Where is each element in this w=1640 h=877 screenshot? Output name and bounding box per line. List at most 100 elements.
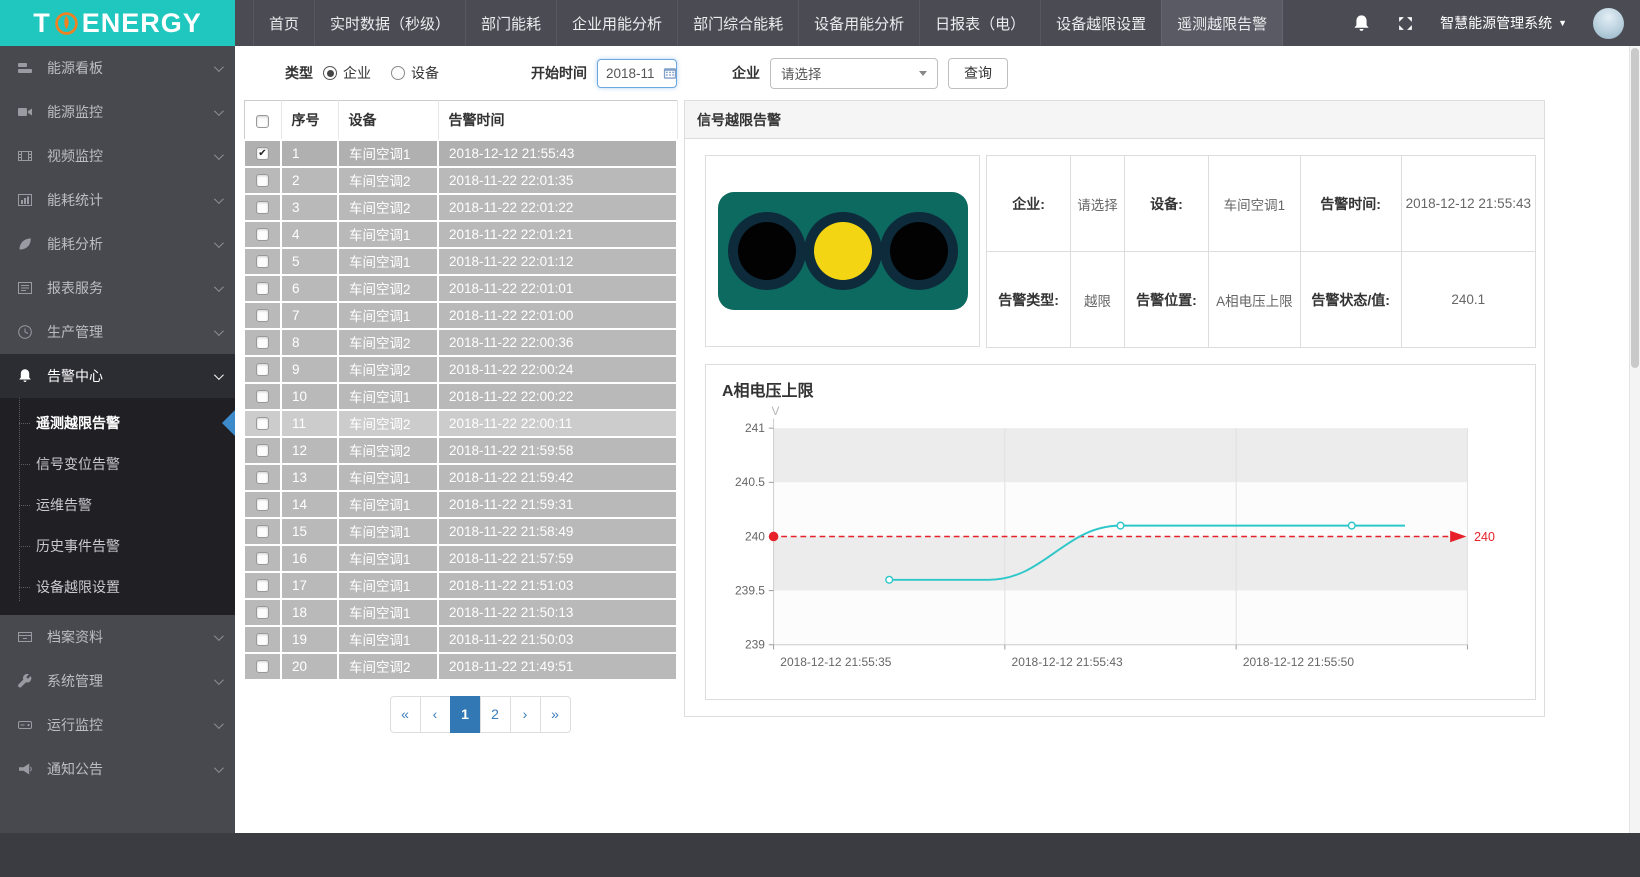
table-row[interactable]: 19车间空调12018-11-22 21:50:03 [244,626,677,653]
row-checkbox[interactable] [256,606,269,619]
table-row[interactable]: 15车间空调12018-11-22 21:58:49 [244,518,677,545]
row-checkbox[interactable] [256,417,269,430]
table-row[interactable]: 7车间空调12018-11-22 22:01:00 [244,302,677,329]
table-row[interactable]: 20车间空调22018-11-22 21:49:51 [244,653,677,680]
nav-item[interactable]: 企业用能分析 [556,0,677,46]
sidebar-item[interactable]: 能源看板 [0,46,235,90]
chevron-down-icon [214,194,224,204]
sidebar-item[interactable]: 通知公告 [0,747,235,791]
sidebar-item-label: 能耗统计 [47,190,103,210]
alarm-table-wrap: 序号 设备 告警时间 ✔1车间空调12018-12-12 21:55:432车间… [243,100,678,733]
fullscreen-icon[interactable] [1397,15,1414,32]
type-radio-option[interactable]: 企业 [323,63,371,83]
row-checkbox[interactable] [256,201,269,214]
table-row[interactable]: 9车间空调22018-11-22 22:00:24 [244,356,677,383]
search-button[interactable]: 查询 [948,58,1008,89]
nav-item[interactable]: 设备用能分析 [798,0,919,46]
row-checkbox[interactable]: ✔ [256,147,269,160]
page-button[interactable]: » [540,696,571,733]
sidebar-subitem[interactable]: 遥测越限告警 [0,402,235,443]
row-checkbox[interactable] [256,579,269,592]
nav-item[interactable]: 日报表（电） [919,0,1040,46]
sidebar: 能源看板能源监控视频监控能耗统计能耗分析报表服务生产管理告警中心遥测越限告警信号… [0,46,235,833]
table-row[interactable]: 16车间空调12018-11-22 21:57:59 [244,545,677,572]
table-row[interactable]: 10车间空调12018-11-22 22:00:22 [244,383,677,410]
sidebar-subitem[interactable]: 设备越限设置 [0,566,235,607]
radio-icon[interactable] [391,66,405,80]
radio-icon[interactable] [323,66,337,80]
bell-icon[interactable] [1352,14,1371,33]
start-time-input[interactable] [606,66,658,81]
page-button[interactable]: ‹ [420,696,451,733]
row-checkbox[interactable] [256,660,269,673]
y-tick-label: 239 [745,638,765,652]
table-cell: 车间空调1 [338,518,438,545]
avatar[interactable] [1593,8,1624,39]
main: 类型 企业设备 开始时间 企业 请选择 查询 [235,46,1640,833]
row-checkbox[interactable] [256,552,269,565]
sidebar-item[interactable]: 报表服务 [0,266,235,310]
row-checkbox[interactable] [256,282,269,295]
sidebar-subitem[interactable]: 历史事件告警 [0,525,235,566]
table-row[interactable]: ✔1车间空调12018-12-12 21:55:43 [244,140,677,167]
sidebar-item[interactable]: 运行监控 [0,703,235,747]
nav-item[interactable]: 遥测越限告警 [1161,0,1283,46]
table-row[interactable]: 13车间空调12018-11-22 21:59:42 [244,464,677,491]
sidebar-item[interactable]: 能源监控 [0,90,235,134]
page-button[interactable]: 1 [450,696,481,733]
table-row[interactable]: 14车间空调12018-11-22 21:59:31 [244,491,677,518]
sidebar-item[interactable]: 视频监控 [0,134,235,178]
table-row[interactable]: 2车间空调22018-11-22 22:01:35 [244,167,677,194]
table-row[interactable]: 5车间空调12018-11-22 22:01:12 [244,248,677,275]
content: 序号 设备 告警时间 ✔1车间空调12018-12-12 21:55:432车间… [235,100,1640,733]
row-checkbox[interactable] [256,255,269,268]
row-checkbox[interactable] [256,390,269,403]
page-button[interactable]: 2 [480,696,511,733]
company-select[interactable]: 请选择 [770,58,938,89]
row-checkbox[interactable] [256,363,269,376]
nav-item[interactable]: 部门能耗 [465,0,556,46]
table-row[interactable]: 17车间空调12018-11-22 21:51:03 [244,572,677,599]
sidebar-item[interactable]: 告警中心 [0,354,235,398]
row-checkbox[interactable] [256,228,269,241]
page-button[interactable]: › [510,696,541,733]
table-row[interactable]: 12车间空调22018-11-22 21:59:58 [244,437,677,464]
select-all-checkbox[interactable] [256,115,269,128]
row-checkbox[interactable] [256,336,269,349]
row-checkbox[interactable] [256,633,269,646]
row-checkbox[interactable] [256,174,269,187]
system-menu[interactable]: 智慧能源管理系统 ▼ [1440,13,1567,33]
table-cell: 车间空调1 [338,302,438,329]
table-row[interactable]: 4车间空调12018-11-22 22:01:21 [244,221,677,248]
table-row[interactable]: 8车间空调22018-11-22 22:00:36 [244,329,677,356]
sidebar-item[interactable]: 系统管理 [0,659,235,703]
table-row[interactable]: 6车间空调22018-11-22 22:01:01 [244,275,677,302]
x-tick-label: 2018-12-12 21:55:50 [1243,655,1354,669]
nav-item[interactable]: 部门综合能耗 [677,0,798,46]
row-checkbox[interactable] [256,525,269,538]
table-row[interactable]: 18车间空调12018-11-22 21:50:13 [244,599,677,626]
nav-item[interactable]: 实时数据（秒级） [314,0,465,46]
nav-item[interactable]: 首页 [253,0,314,46]
table-row[interactable]: 3车间空调22018-11-22 22:01:22 [244,194,677,221]
page-button[interactable]: « [390,696,421,733]
type-radio-option[interactable]: 设备 [391,63,439,83]
sidebar-subitem[interactable]: 信号变位告警 [0,443,235,484]
calendar-icon[interactable] [663,66,677,80]
filter-bar: 类型 企业设备 开始时间 企业 请选择 查询 [235,46,1640,100]
table-cell: 2018-11-22 21:51:03 [438,572,677,599]
row-checkbox[interactable] [256,309,269,322]
row-checkbox[interactable] [256,444,269,457]
table-row[interactable]: 11车间空调22018-11-22 22:00:11 [244,410,677,437]
sidebar-item[interactable]: 档案资料 [0,615,235,659]
sidebar-item[interactable]: 生产管理 [0,310,235,354]
row-checkbox[interactable] [256,471,269,484]
sidebar-item[interactable]: 能耗分析 [0,222,235,266]
row-checkbox[interactable] [256,498,269,511]
sidebar-item[interactable]: 能耗统计 [0,178,235,222]
nav-item[interactable]: 设备越限设置 [1040,0,1161,46]
sidebar-subitem[interactable]: 运维告警 [0,484,235,525]
alarm-submenu: 遥测越限告警信号变位告警运维告警历史事件告警设备越限设置 [0,398,235,615]
scrollbar-thumb[interactable] [1631,48,1639,368]
info-label: 设备: [1124,156,1208,252]
